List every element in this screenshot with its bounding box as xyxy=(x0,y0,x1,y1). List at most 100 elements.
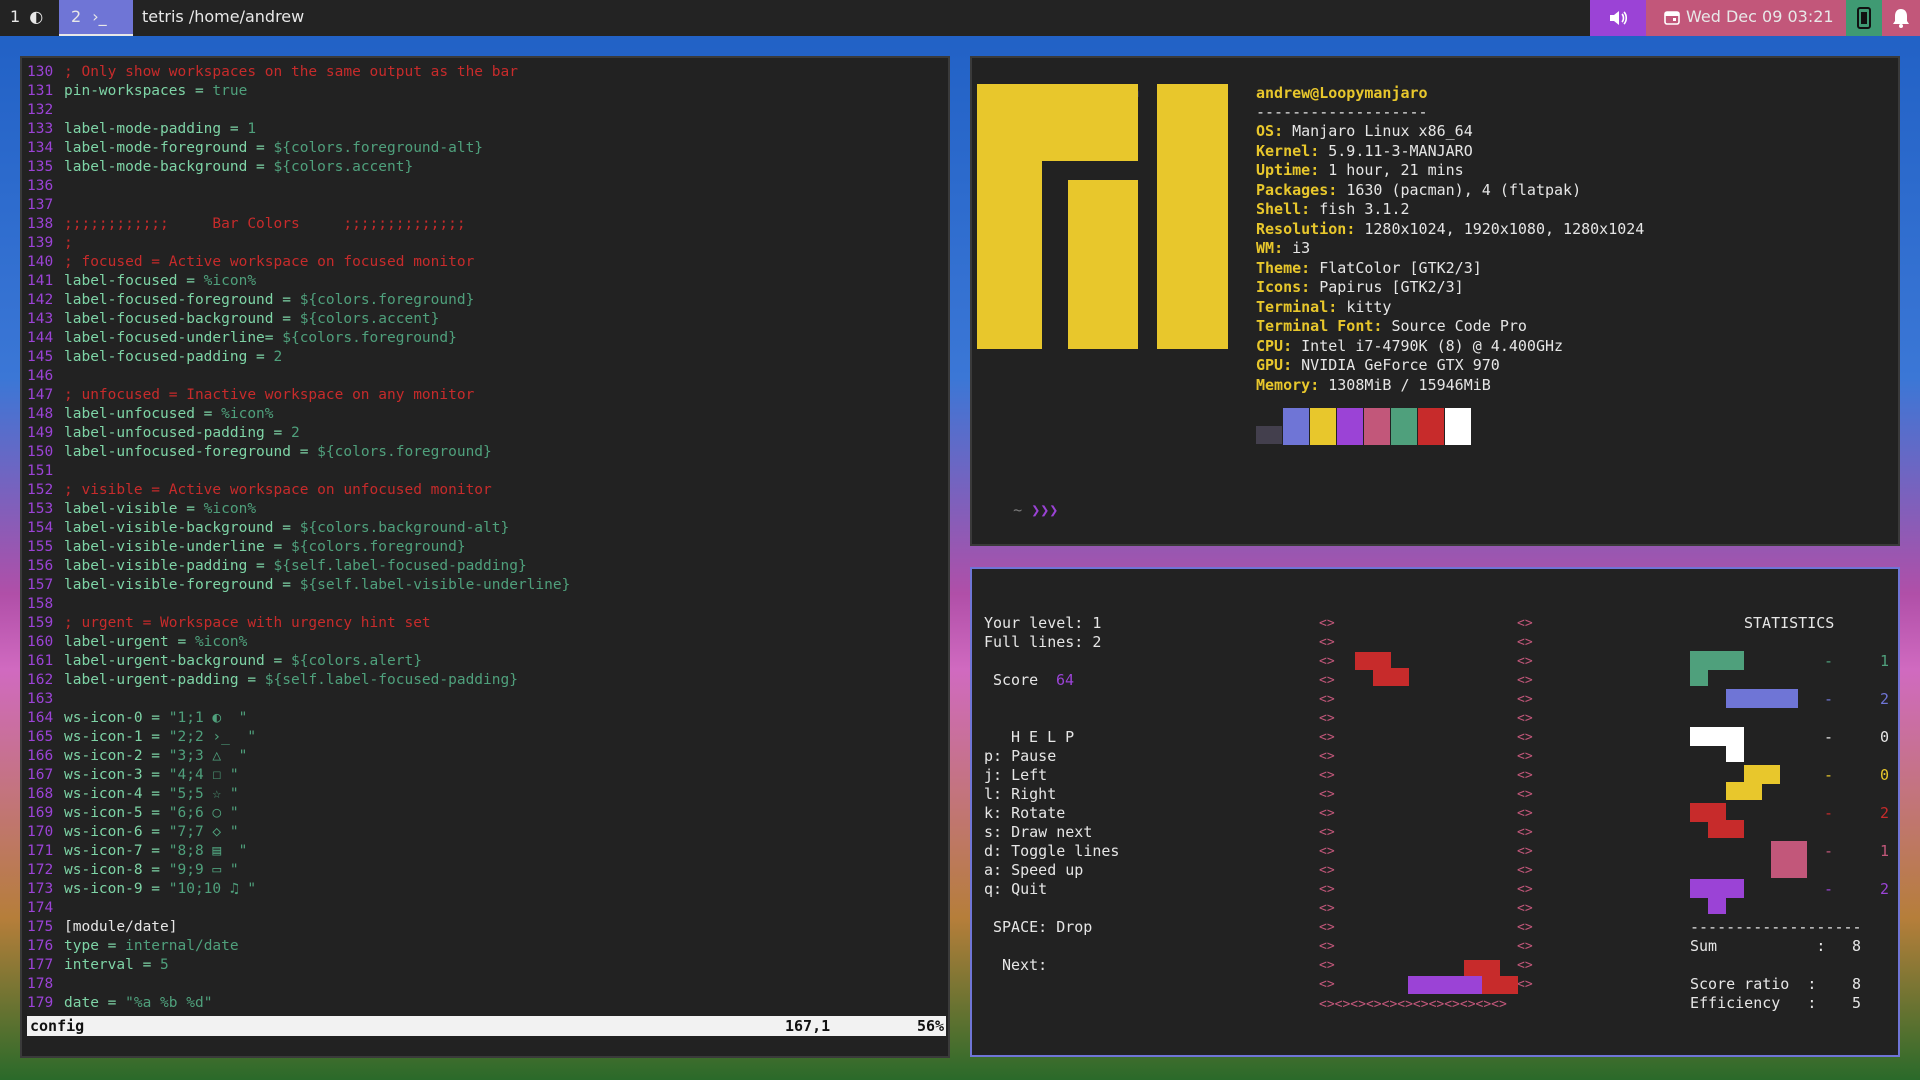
line-text: ; focused = Active workspace on focused … xyxy=(64,254,475,270)
line-text: ; Only show workspaces on the same outpu… xyxy=(64,64,518,80)
editor-line[interactable]: 145 label-focused-padding = 2 xyxy=(27,348,282,367)
editor-line[interactable]: 146 xyxy=(27,367,64,386)
editor-line[interactable]: 151 xyxy=(27,462,64,481)
info-key: Resolution xyxy=(1256,219,1347,238)
editor-line[interactable]: 175 [module/date] xyxy=(27,918,178,937)
info-row: Uptime: 1 hour, 21 mins xyxy=(1256,161,1464,180)
editor-line[interactable]: 133 label-mode-padding = 1 xyxy=(27,120,256,139)
editor-line[interactable]: 134 label-mode-foreground = ${colors.fore… xyxy=(27,139,483,158)
editor-line[interactable]: 131 pin-workspaces = true xyxy=(27,82,247,101)
editor-line[interactable]: 170 ws-icon-6 = "7;7 ◇ " xyxy=(27,823,239,842)
playfield-wall: <> xyxy=(1319,730,1335,745)
editor-line[interactable]: 147 ; unfocused = Inactive workspace on a… xyxy=(27,386,474,405)
neofetch-terminal[interactable]: ~ ❯❯❯ neofetch andrew@Loopymanjaro -----… xyxy=(970,56,1900,546)
playfield-wall: <> xyxy=(1319,673,1335,688)
editor-line[interactable]: 132 xyxy=(27,101,64,120)
editor-line[interactable]: 136 xyxy=(27,177,64,196)
editor-line[interactable]: 172 ws-icon-8 = "9;9 ▭ " xyxy=(27,861,239,880)
playfield-wall: <> xyxy=(1319,749,1335,764)
editor-line[interactable]: 138 ;;;;;;;;;;;; Bar Colors ;;;;;;;;;;;;;… xyxy=(27,215,466,234)
help-title: H E L P xyxy=(1011,728,1075,746)
editor-line[interactable]: 152 ; visible = Active workspace on unfoc… xyxy=(27,481,492,500)
editor-line[interactable]: 166 ws-icon-2 = "3;3 △ " xyxy=(27,747,247,766)
editor-line[interactable]: 161 label-urgent-background = ${colors.al… xyxy=(27,652,422,671)
editor-line[interactable]: 171 ws-icon-7 = "8;8 ▤ " xyxy=(27,842,247,861)
editor-line[interactable]: 162 label-urgent-padding = ${self.label-f… xyxy=(27,671,518,690)
editor-line[interactable]: 130 ; Only show workspaces on the same ou… xyxy=(27,63,518,82)
editor-line[interactable]: 143 label-focused-background = ${colors.a… xyxy=(27,310,439,329)
editor-line[interactable]: 141 label-focused = %icon% xyxy=(27,272,256,291)
editor-line[interactable]: 168 ws-icon-4 = "5;5 ☆ " xyxy=(27,785,239,804)
editor-line[interactable]: 148 label-unfocused = %icon% xyxy=(27,405,274,424)
editor-line[interactable]: 158 xyxy=(27,595,64,614)
line-number: 152 xyxy=(27,482,54,498)
info-row: Icons: Papirus [GTK2/3] xyxy=(1256,278,1464,297)
editor-line[interactable]: 144 label-focused-underline= ${colors.for… xyxy=(27,329,457,348)
info-value: FlatColor [GTK2/3] xyxy=(1319,258,1482,277)
line-text: type = internal/date xyxy=(64,938,239,954)
editor-line[interactable]: 139; xyxy=(27,234,73,253)
playfield-wall: <> xyxy=(1517,749,1533,764)
notifications-button[interactable] xyxy=(1882,0,1920,36)
editor-line[interactable]: 163 xyxy=(27,690,64,709)
editor-line[interactable]: 137 xyxy=(27,196,64,215)
stat-dash: - xyxy=(1824,880,1834,898)
playfield-wall: <> xyxy=(1319,787,1335,802)
info-colon: : xyxy=(1301,278,1320,296)
playfield-wall: <> xyxy=(1319,825,1335,840)
editor-line[interactable]: 178 xyxy=(27,975,64,994)
info-colon: : xyxy=(1301,200,1320,218)
line-number: 143 xyxy=(27,311,54,327)
playfield-wall: <> xyxy=(1319,977,1335,992)
help-item: k: Rotate xyxy=(984,804,1066,822)
line-number: 173 xyxy=(27,881,54,897)
line-number: 130 xyxy=(27,64,54,80)
info-value: NVIDIA GeForce GTX 970 xyxy=(1301,356,1500,374)
editor-line[interactable]: 149 label-unfocused-padding = 2 xyxy=(27,424,300,443)
editor-line[interactable]: 157 label-visible-foreground = ${self.lab… xyxy=(27,576,570,595)
line-text: label-focused-background = ${colors.acce… xyxy=(64,311,440,327)
line-number: 153 xyxy=(27,501,54,517)
editor-window[interactable]: 130 ; Only show workspaces on the same ou… xyxy=(20,56,950,1058)
battery-module[interactable] xyxy=(1846,0,1882,36)
sum-label: Sum : xyxy=(1690,937,1826,955)
info-row: Resolution: 1280x1024, 1920x1080, 1280x1… xyxy=(1256,220,1644,239)
editor-line[interactable]: 153 label-visible = %icon% xyxy=(27,500,256,519)
editor-line[interactable]: 179 date = "%a %b %d" xyxy=(27,994,212,1013)
editor-line[interactable]: 155 label-visible-underline = ${colors.fo… xyxy=(27,538,466,557)
editor-line[interactable]: 156 label-visible-padding = ${self.label-… xyxy=(27,557,527,576)
workspace-2[interactable]: 2 ›_ xyxy=(59,0,133,36)
editor-line[interactable]: 176 type = internal/date xyxy=(27,937,239,956)
stat-dash: - xyxy=(1824,728,1834,746)
workspace-1[interactable]: 1 ◐ xyxy=(0,0,48,36)
calendar-icon xyxy=(1664,11,1680,25)
editor-line[interactable]: 177 interval = 5 xyxy=(27,956,169,975)
volume-button[interactable] xyxy=(1590,0,1646,36)
editor-line[interactable]: 164 ws-icon-0 = "1;1 ◐ " xyxy=(27,709,247,728)
level-text: Your level: 1 xyxy=(984,614,1102,632)
editor-line[interactable]: 159 ; urgent = Workspace with urgency hin… xyxy=(27,614,431,633)
playfield-wall: <> xyxy=(1517,692,1533,707)
editor-line[interactable]: 142 label-focused-foreground = ${colors.f… xyxy=(27,291,474,310)
logo-right-bar xyxy=(1157,84,1228,349)
editor-line[interactable]: 165 ws-icon-1 = "2;2 ›_ " xyxy=(27,728,256,747)
editor-line[interactable]: 174 xyxy=(27,899,64,918)
tetris-terminal[interactable]: Your level: 1 Full lines: 2 Score 64 H E… xyxy=(970,567,1900,1057)
editor-line[interactable]: 167 ws-icon-3 = "4;4 ☐ " xyxy=(27,766,239,785)
line-number: 169 xyxy=(27,805,54,821)
editor-line[interactable]: 140 ; focused = Active workspace on focus… xyxy=(27,253,474,272)
next-label: Next: xyxy=(1002,956,1048,974)
editor-line[interactable]: 160 label-urgent = %icon% xyxy=(27,633,247,652)
editor-line[interactable]: 150 label-unfocused-foreground = ${colors… xyxy=(27,443,492,462)
editor-line[interactable]: 135 label-mode-background = ${colors.acce… xyxy=(27,158,413,177)
line-text: label-focused-underline= ${colors.foregr… xyxy=(64,330,457,346)
editor-line[interactable]: 154 label-visible-background = ${colors.b… xyxy=(27,519,509,538)
line-number: 162 xyxy=(27,672,54,688)
date-module[interactable]: Wed Dec 09 03:21 xyxy=(1646,0,1846,36)
editor-line[interactable]: 173 ws-icon-9 = "10;10 ♫ " xyxy=(27,880,256,899)
line-number: 178 xyxy=(27,976,54,992)
score-label: Score xyxy=(993,671,1039,689)
editor-line[interactable]: 169 ws-icon-5 = "6;6 ○ " xyxy=(27,804,239,823)
line-number: 156 xyxy=(27,558,54,574)
line-number: 158 xyxy=(27,596,54,612)
